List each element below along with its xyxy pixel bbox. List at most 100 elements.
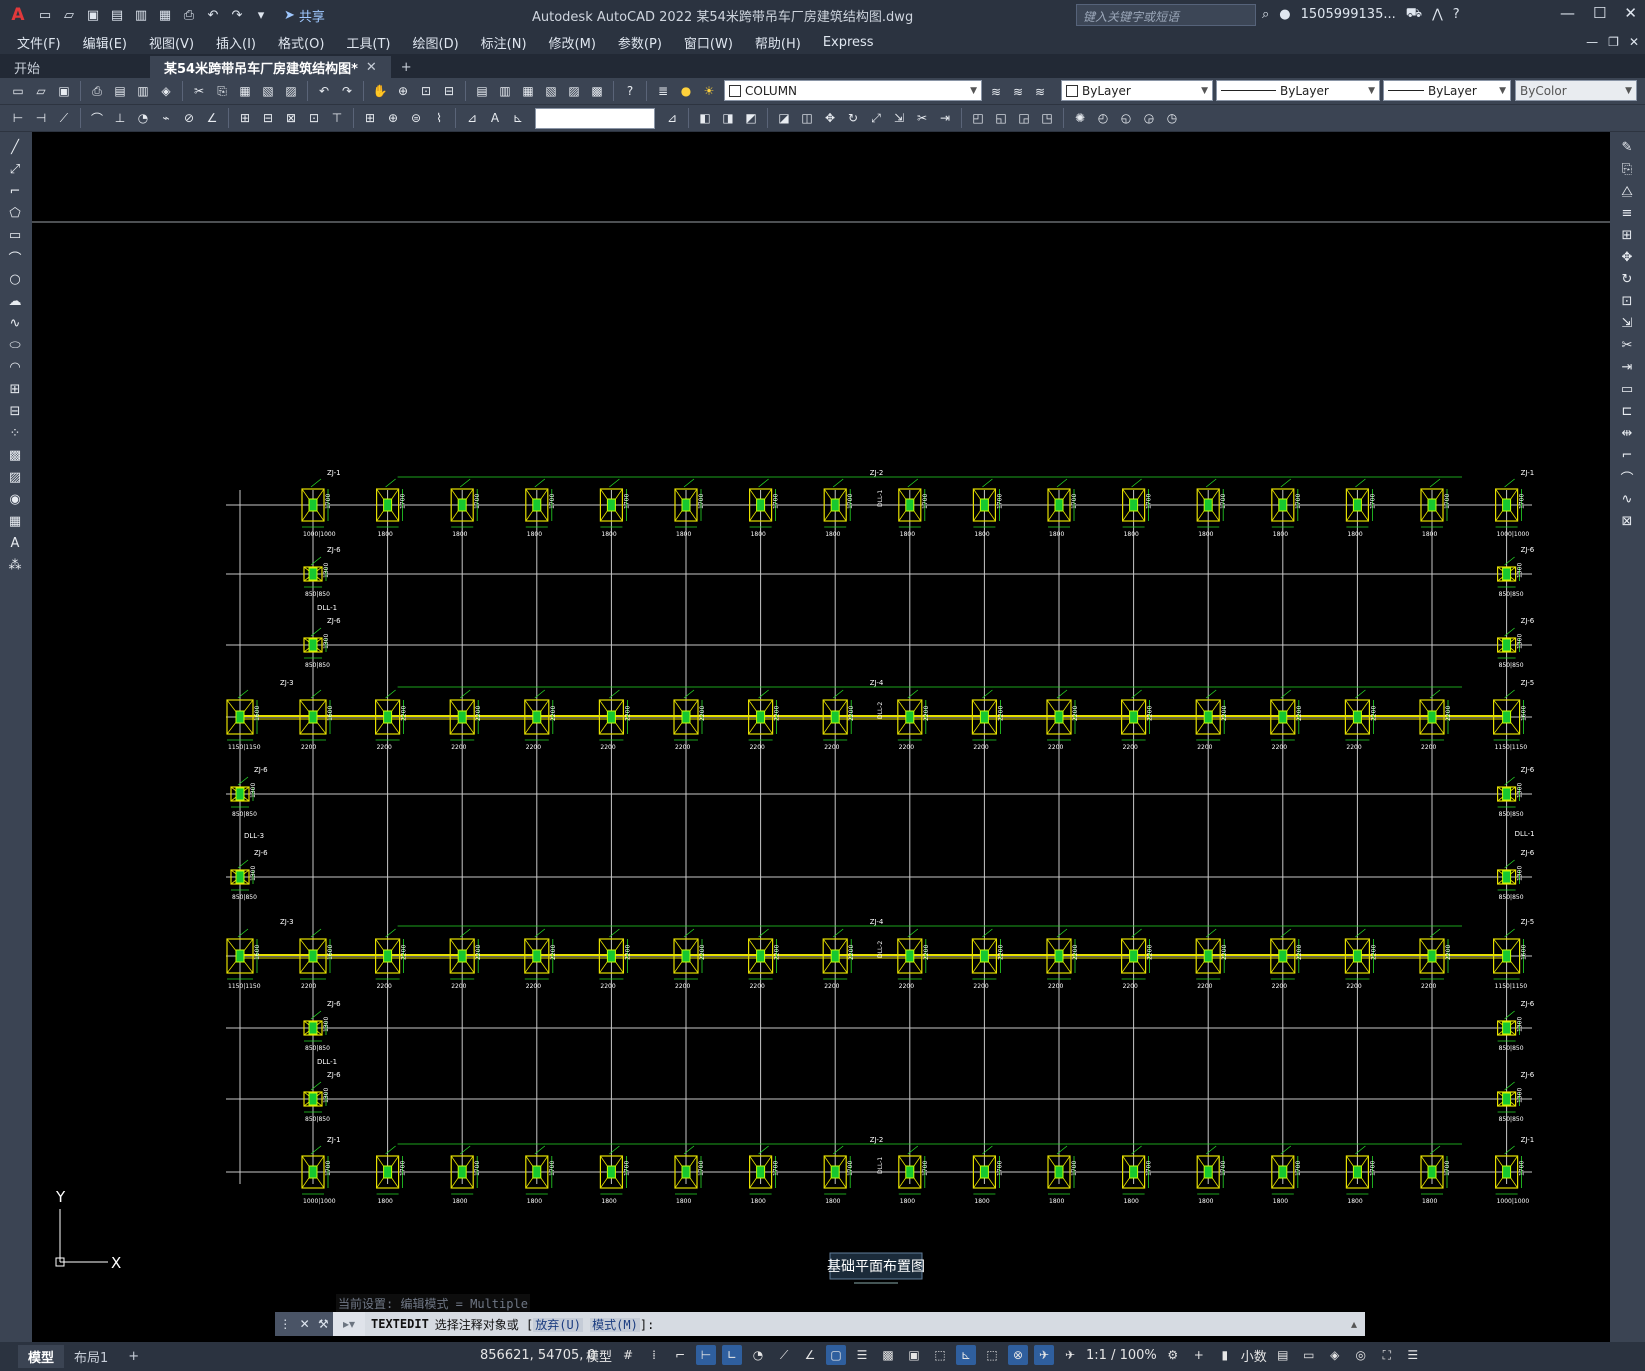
cmd-scroll-icon[interactable]: ▴	[1351, 1317, 1365, 1331]
chamfer-icon[interactable]: ⌐	[1617, 446, 1637, 464]
open-icon[interactable]: ▱	[31, 81, 51, 101]
dynamic-input-icon[interactable]: ⊢	[696, 1345, 717, 1365]
autodesk-icon[interactable]: ⋀	[1432, 7, 1443, 22]
arc-icon[interactable]: ⌒	[5, 248, 25, 267]
add-selected-icon[interactable]: ⁂	[5, 556, 25, 574]
dim-aligned-icon[interactable]: ⟋	[54, 108, 74, 128]
dim-baseline-icon[interactable]: ⊟	[258, 108, 278, 128]
doc-close-icon[interactable]: ✕	[1629, 35, 1639, 49]
save-web-icon[interactable]: ▦	[156, 6, 174, 24]
menu-edit[interactable]: 编辑(E)	[83, 33, 127, 52]
mtext-icon[interactable]: A	[5, 534, 25, 552]
polar-icon[interactable]: ◔	[748, 1345, 768, 1365]
user-name[interactable]: 1505999135...	[1301, 7, 1396, 22]
menu-file[interactable]: 文件(F)	[17, 33, 61, 52]
quick-dim-icon[interactable]: ⊞	[235, 108, 255, 128]
calculator-icon[interactable]: ▩	[587, 81, 607, 101]
clean-screen-icon[interactable]: ⛶	[1377, 1345, 1397, 1365]
dim-continue-icon[interactable]: ⊠	[281, 108, 301, 128]
layout-tab-model[interactable]: 模型	[18, 1345, 65, 1368]
dim-space-icon[interactable]: ⊡	[304, 108, 324, 128]
array-icon[interactable]: ⊞	[1617, 226, 1637, 244]
rectangle-icon[interactable]: ▭	[5, 226, 25, 244]
hatchedit-icon[interactable]: ◶	[1139, 108, 1159, 128]
quick-dimension-icon[interactable]: ⊢	[8, 108, 28, 128]
plotstyle-dropdown[interactable]: ByColor ▼	[1515, 80, 1637, 101]
polyline-icon[interactable]: ⌐	[5, 182, 25, 200]
layout-tab-1[interactable]: 布局1	[64, 1345, 118, 1368]
dim-radius-icon[interactable]: ◔	[133, 108, 153, 128]
center-mark-icon[interactable]: ⊕	[383, 108, 403, 128]
zoom-previous-icon[interactable]: ⊟	[439, 81, 459, 101]
copy-object-icon[interactable]: ◨	[718, 108, 738, 128]
tolerance-icon[interactable]: ⊞	[360, 108, 380, 128]
help-icon[interactable]: ?	[620, 81, 640, 101]
copy-icon[interactable]: ⎘	[212, 81, 232, 101]
customize-qat-icon[interactable]: ▾	[252, 6, 270, 24]
dim-linear-icon[interactable]: ⊣	[31, 108, 51, 128]
layer-properties-icon[interactable]: ≣	[653, 81, 673, 101]
search-icon[interactable]: ⌕	[1262, 7, 1269, 22]
isolate-objects-icon[interactable]: ◈	[1325, 1345, 1345, 1365]
drawing-canvas[interactable]: 1700 1000|1000 1700 1800 1700 1800 1700 1800 170…	[32, 132, 1610, 1342]
close-icon[interactable]: ✕	[1624, 4, 1637, 22]
region-icon[interactable]: ◉	[5, 490, 25, 508]
chamfer-icon[interactable]: ◲	[1014, 108, 1034, 128]
linetype-dropdown[interactable]: ByLayer ▼	[1216, 80, 1380, 101]
array-icon[interactable]: ◫	[797, 108, 817, 128]
menu-parametric[interactable]: 参数(P)	[618, 33, 662, 52]
menu-tools[interactable]: 工具(T)	[346, 33, 390, 52]
tab-active-drawing[interactable]: 某54米跨带吊车厂房建筑结构图* ✕	[150, 56, 391, 78]
doc-minimize-icon[interactable]: —	[1586, 35, 1598, 49]
scale-icon[interactable]: ⤢	[866, 108, 886, 128]
minimize-icon[interactable]: —	[1560, 4, 1575, 22]
open-file-icon[interactable]: ▱	[60, 6, 78, 24]
explode-icon[interactable]: ⊠	[1617, 512, 1637, 530]
model-space-button[interactable]: 模型	[586, 1346, 612, 1365]
dim-style-dropdown[interactable]	[535, 107, 655, 129]
make-block-icon[interactable]: ⊟	[5, 402, 25, 420]
selection-cycling-icon[interactable]: ▣	[904, 1345, 924, 1365]
scale-icon[interactable]: ⊡	[1617, 292, 1637, 310]
graphics-performance-icon[interactable]: ◎	[1351, 1345, 1371, 1365]
redo-icon[interactable]: ↷	[337, 81, 357, 101]
offset-icon[interactable]: ≡	[1617, 204, 1637, 222]
dim-update-icon[interactable]: ⊾	[508, 108, 528, 128]
make-current-layer-icon[interactable]: ≋	[986, 82, 1006, 102]
attedit-icon[interactable]: ◷	[1162, 108, 1182, 128]
new-tab-button[interactable]: +	[391, 56, 422, 78]
doc-restore-icon[interactable]: ❐	[1608, 35, 1619, 49]
sheet-set-icon[interactable]: ▧	[541, 81, 561, 101]
line-icon[interactable]: ╱	[5, 138, 25, 156]
dim-jogged-icon[interactable]: ⌁	[156, 108, 176, 128]
trim-icon[interactable]: ✂	[1617, 336, 1637, 354]
design-center-icon[interactable]: ▥	[495, 81, 515, 101]
extend-icon[interactable]: ⇥	[1617, 358, 1637, 376]
publish-icon[interactable]: ▥	[133, 81, 153, 101]
move-icon[interactable]: ✥	[1617, 248, 1637, 266]
annotation-visibility-icon[interactable]: ✈	[1034, 1345, 1055, 1365]
stretch-icon[interactable]: ⇲	[1617, 314, 1637, 332]
spline-icon[interactable]: ∿	[5, 314, 25, 332]
tool-palettes-icon[interactable]: ▦	[518, 81, 538, 101]
option-undo[interactable]: 放弃(U)	[533, 1317, 583, 1332]
revcloud-icon[interactable]: ☁	[5, 292, 25, 310]
block-editor-icon[interactable]: ▨	[281, 81, 301, 101]
stretch-icon[interactable]: ⇲	[889, 108, 909, 128]
lineweight-dropdown[interactable]: ByLayer ▼	[1383, 80, 1511, 101]
drawing-title-block[interactable]: 基础平面布置图	[827, 1252, 925, 1284]
ortho-icon[interactable]: ∟	[722, 1345, 743, 1365]
coordinates-readout[interactable]: 856621, 54705, 0	[480, 1348, 596, 1363]
construction-line-icon[interactable]: ⤢	[5, 160, 25, 178]
grid-icon[interactable]: #	[618, 1345, 638, 1365]
undo-icon[interactable]: ↶	[314, 81, 334, 101]
share-button[interactable]: ➤ 共享	[284, 6, 325, 25]
application-menu-button[interactable]: A	[6, 5, 30, 25]
menu-help[interactable]: 帮助(H)	[755, 33, 801, 52]
match-properties-icon[interactable]: ▧	[258, 81, 278, 101]
fillet-icon[interactable]: ⌒	[1617, 468, 1637, 487]
cmd-customize-icon[interactable]: ⚒	[318, 1317, 329, 1331]
circle-icon[interactable]: ○	[5, 270, 25, 288]
dim-arc-icon[interactable]: ⌒	[87, 108, 107, 128]
tab-start[interactable]: 开始	[0, 56, 150, 78]
